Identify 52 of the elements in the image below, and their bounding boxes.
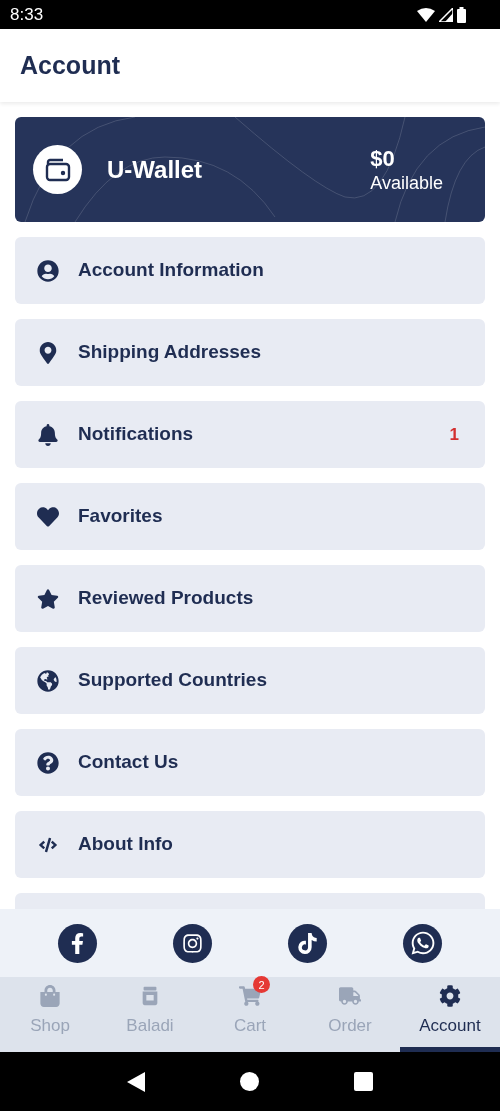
menu-item[interactable]: About Info <box>15 811 485 878</box>
instagram-icon[interactable] <box>173 923 212 963</box>
tab[interactable]: 2 Cart <box>200 977 300 1052</box>
code-icon <box>37 835 59 854</box>
menu-item[interactable]: Supported Countries <box>15 647 485 714</box>
menu-item[interactable]: Shipping Addresses <box>15 319 485 386</box>
menu-label: Account Information <box>78 258 265 283</box>
settings-icon <box>439 985 461 1008</box>
truck-icon <box>339 985 361 1008</box>
notification-count: 1 <box>449 423 460 446</box>
user-icon <box>37 259 59 282</box>
menu-label: Supported Countries <box>78 668 268 693</box>
tab-label: Cart <box>233 1015 267 1038</box>
tiktok-icon[interactable] <box>288 923 327 963</box>
home-icon[interactable] <box>240 1072 259 1091</box>
menu-item[interactable]: Contact Us <box>15 729 485 796</box>
question-icon <box>37 751 59 774</box>
tab-label: Baladi <box>126 1015 174 1038</box>
recents-icon[interactable] <box>353 1072 373 1091</box>
menu-item[interactable]: Favorites <box>15 483 485 550</box>
facebook-icon[interactable] <box>58 923 97 963</box>
wifi-icon <box>417 7 435 22</box>
menu-item[interactable]: Notifications 1 <box>15 401 485 468</box>
menu-label: Favorites <box>78 504 164 529</box>
battery-icon <box>457 6 466 23</box>
page-title: Account <box>20 49 120 81</box>
bell-icon <box>37 423 59 446</box>
menu-label: Contact Us <box>78 750 180 775</box>
signal-icon <box>439 7 453 22</box>
tab-label: Account <box>419 1015 481 1038</box>
location-pin-icon <box>37 341 59 364</box>
menu-label: Notifications <box>78 422 195 447</box>
cart-count-badge: 2 <box>253 976 270 994</box>
menu-item[interactable]: Account Information <box>15 237 485 304</box>
menu-label: Reviewed Products <box>78 586 255 611</box>
tab-label: Shop <box>30 1015 70 1038</box>
star-icon <box>37 587 59 610</box>
tab-label: Order <box>328 1015 372 1038</box>
wallet-amount: $0 <box>370 145 396 172</box>
globe-icon <box>37 669 59 692</box>
bag-icon <box>39 985 61 1008</box>
wallet-card[interactable]: U-Wallet $0 Available <box>15 117 485 222</box>
clock: 8:33 <box>10 3 44 26</box>
wallet-icon <box>33 145 82 194</box>
menu-label: Shipping Addresses <box>78 340 262 365</box>
menu-label: About Info <box>78 832 174 857</box>
wallet-title: U-Wallet <box>107 154 204 185</box>
wallet-caption: Available <box>370 171 443 194</box>
menu-item[interactable]: Reviewed Products <box>15 565 485 632</box>
back-icon[interactable] <box>127 1071 146 1092</box>
whatsapp-icon[interactable] <box>403 923 442 963</box>
heart-icon <box>37 505 59 528</box>
